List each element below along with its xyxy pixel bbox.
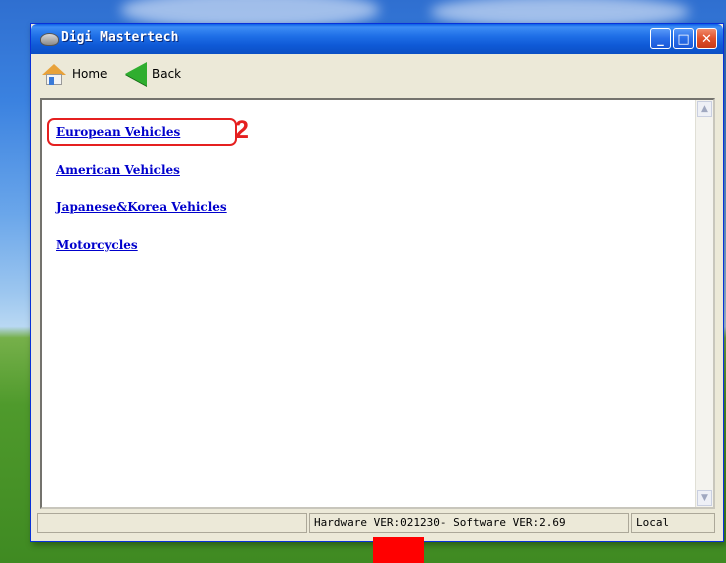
title-bar[interactable]: Digi Mastertech _ □ ✕: [31, 24, 723, 54]
status-message: [37, 513, 307, 533]
back-button[interactable]: Back: [125, 60, 181, 88]
minimize-button[interactable]: _: [650, 28, 671, 49]
link-european-vehicles[interactable]: European Vehicles: [56, 125, 180, 139]
link-japanese-korea-vehicles[interactable]: Japanese&Korea Vehicles: [56, 200, 227, 214]
toolbar: Home Back: [35, 58, 719, 92]
close-button[interactable]: ✕: [696, 28, 717, 49]
home-label: Home: [72, 67, 108, 81]
scroll-down-button[interactable]: ▼: [697, 490, 712, 506]
version-info: Hardware VER:021230- Software VER:2.69: [309, 513, 629, 533]
back-label: Back: [152, 67, 182, 81]
vertical-scrollbar[interactable]: ▲ ▼: [695, 100, 713, 507]
home-icon: [41, 62, 67, 86]
window-title: Digi Mastertech: [61, 30, 179, 45]
home-button[interactable]: Home: [41, 60, 107, 88]
back-arrow-icon: [125, 62, 147, 86]
step-number-annotation: 2: [235, 116, 249, 144]
connection-mode: Local: [631, 513, 715, 533]
red-marker: [373, 537, 424, 563]
app-window: Digi Mastertech _ □ ✕ Home Back 2 Europe…: [30, 23, 724, 542]
vehicle-menu-panel: 2 European Vehicles American Vehicles Ja…: [40, 98, 715, 509]
link-motorcycles[interactable]: Motorcycles: [56, 238, 138, 252]
maximize-button[interactable]: □: [673, 28, 694, 49]
status-bar: Hardware VER:021230- Software VER:2.69 L…: [35, 511, 719, 535]
scroll-up-button[interactable]: ▲: [697, 101, 712, 117]
app-icon: [40, 33, 59, 46]
link-american-vehicles[interactable]: American Vehicles: [56, 163, 180, 177]
